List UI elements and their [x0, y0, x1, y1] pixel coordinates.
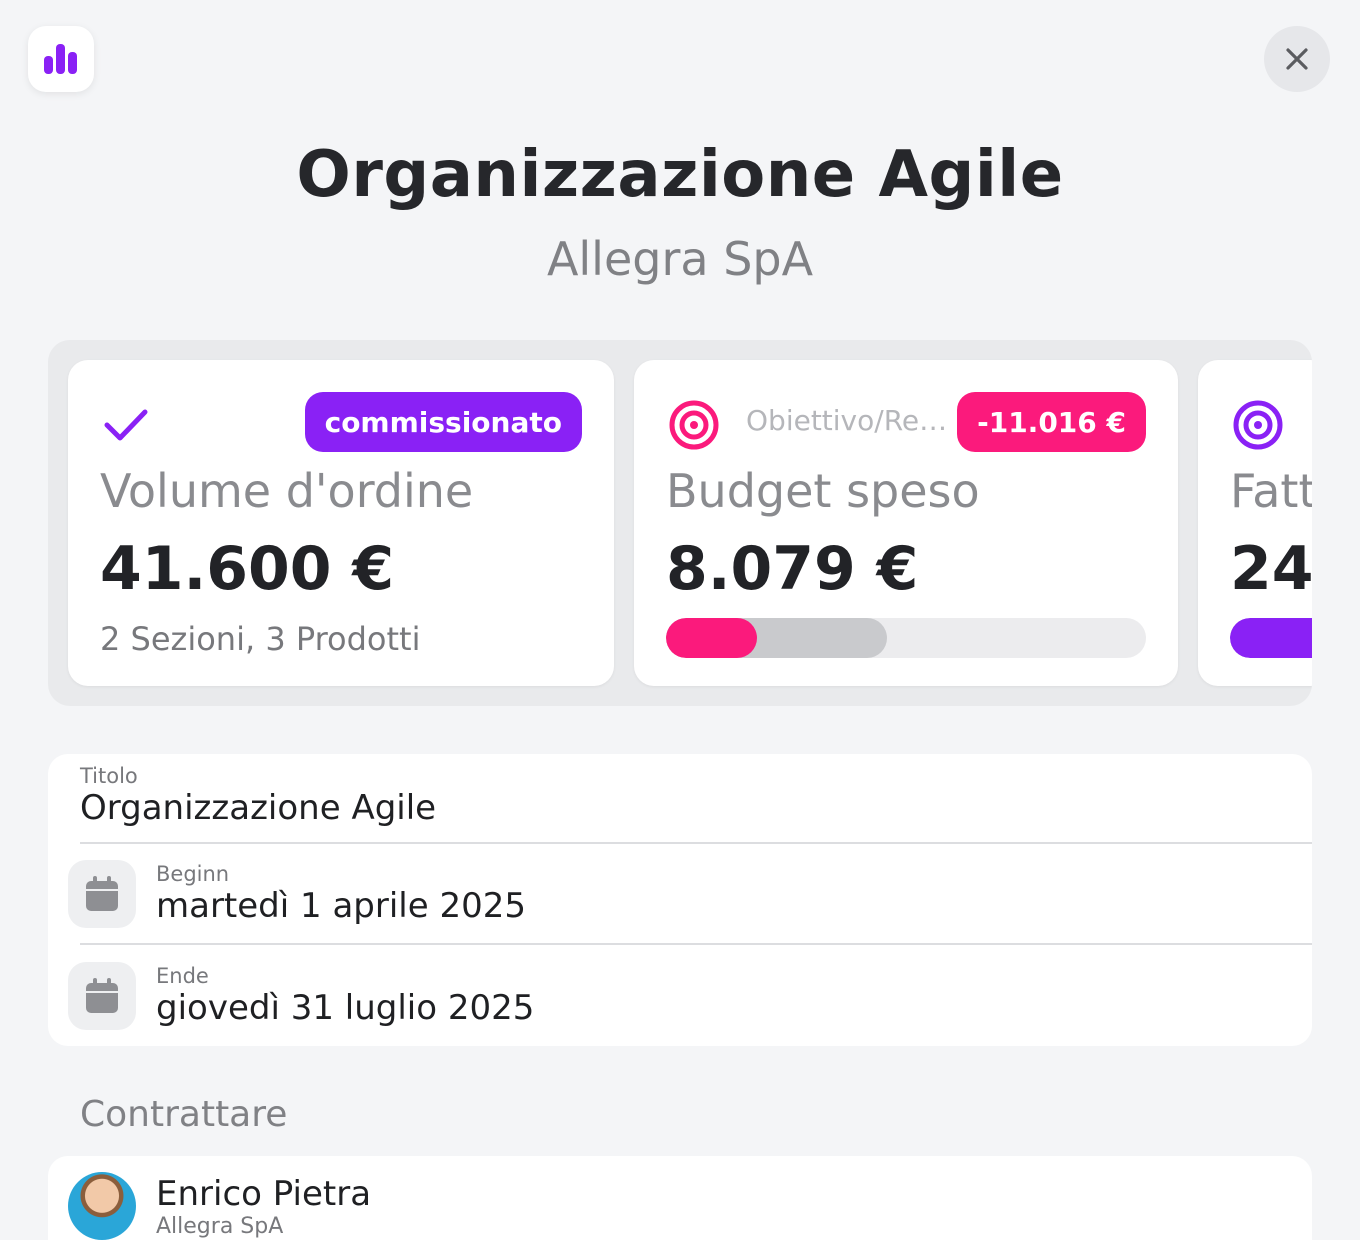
title-field[interactable]: Organizzazione Agile [80, 788, 436, 828]
divider [80, 943, 1312, 945]
metric-value: 24. [1230, 534, 1312, 604]
target-icon [1232, 400, 1288, 450]
page-title: Organizzazione Agile [296, 138, 1064, 212]
avatar [68, 1172, 136, 1240]
revenue-progress-bar [1230, 618, 1312, 658]
budget-progress-bar [666, 618, 1146, 658]
end-date-field[interactable]: giovedì 31 luglio 2025 [156, 988, 534, 1028]
start-date-calendar-button[interactable] [68, 860, 136, 928]
checkmark-icon [102, 400, 158, 450]
contact-section-heading: Contrattare [80, 1094, 288, 1135]
metric-name: Volume d'ordine [100, 464, 474, 518]
bar-chart-icon [44, 44, 77, 74]
close-icon [1286, 48, 1308, 70]
metric-value: 8.079 € [666, 534, 919, 604]
contact-company: Allegra SpA [156, 1214, 284, 1239]
metric-note: 2 Sezioni, 3 Prodotti [100, 620, 421, 658]
calendar-icon [86, 978, 118, 1013]
budget-spent-card[interactable]: Obiettivo/Re… -11.016 € Budget speso 8.0… [634, 360, 1178, 686]
divider [80, 842, 1312, 844]
kpi-cards-carousel[interactable]: commissionato Volume d'ordine 41.600 € 2… [48, 340, 1312, 706]
metric-name: Fatt [1230, 464, 1312, 518]
app-logo [28, 26, 94, 92]
contact-list-item[interactable]: Enrico Pietra Allegra SpA [48, 1156, 1312, 1240]
target-icon [668, 400, 724, 450]
start-date-field[interactable]: martedì 1 aprile 2025 [156, 886, 526, 926]
value-fill [1230, 618, 1312, 658]
order-volume-card[interactable]: commissionato Volume d'ordine 41.600 € 2… [68, 360, 614, 686]
status-badge: commissionato [304, 392, 582, 452]
calendar-icon [86, 876, 118, 911]
title-field-label: Titolo [80, 764, 138, 788]
metric-name: Budget speso [666, 464, 980, 518]
target-label: Obiettivo/Re… [746, 404, 948, 437]
page-subtitle: Allegra SpA [546, 232, 814, 286]
modal-sheet: Organizzazione Agile Allegra SpA commiss… [0, 0, 1360, 1240]
delta-badge: -11.016 € [957, 392, 1146, 452]
value-fill [666, 618, 758, 658]
metric-value: 41.600 € [100, 534, 395, 604]
start-date-label: Beginn [156, 862, 230, 886]
revenue-card[interactable]: Fatt 24. [1198, 360, 1312, 686]
end-date-label: Ende [156, 964, 209, 988]
contact-name: Enrico Pietra [156, 1174, 372, 1214]
close-button[interactable] [1264, 26, 1330, 92]
project-details-form: Titolo Organizzazione Agile Beginn marte… [48, 754, 1312, 1046]
end-date-calendar-button[interactable] [68, 962, 136, 1030]
